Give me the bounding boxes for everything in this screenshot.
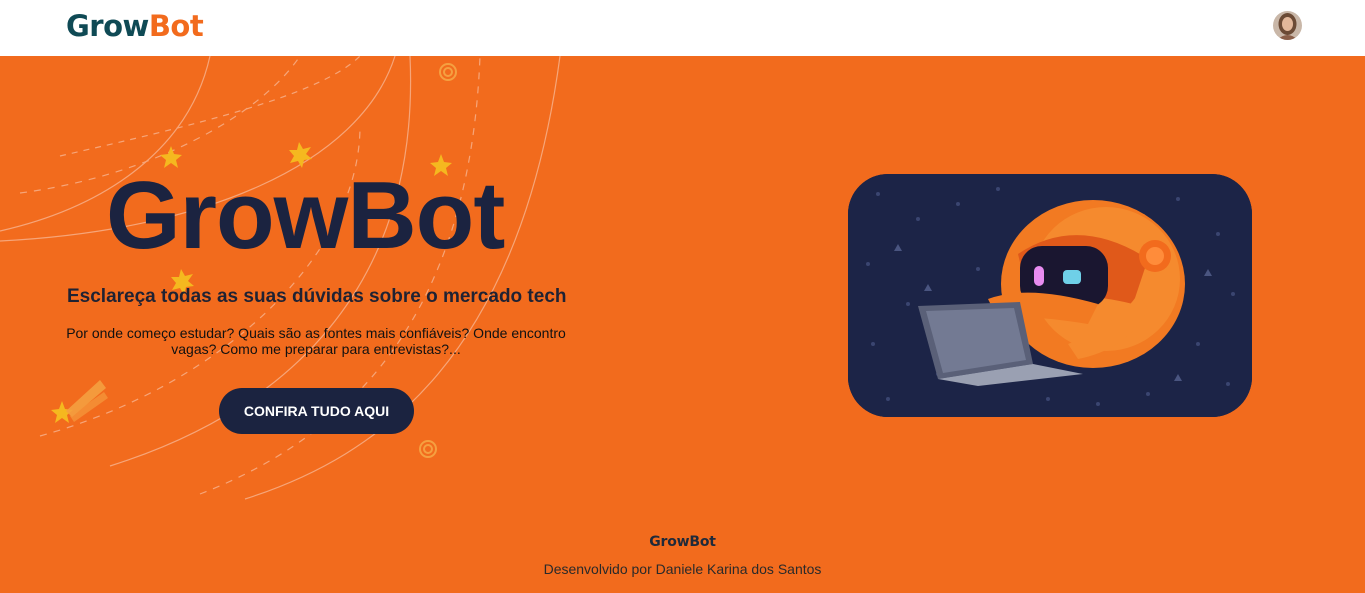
hero-description: Por onde começo estudar? Quais são as fo…	[66, 325, 566, 357]
user-avatar[interactable]	[1273, 11, 1302, 40]
top-header: GrowBot	[0, 0, 1365, 56]
avatar-photo-icon	[1273, 11, 1302, 40]
footer-credit: Desenvolvido por Daniele Karina dos Sant…	[543, 561, 822, 577]
confira-tudo-aqui-button[interactable]: CONFIRA TUDO AQUI	[219, 388, 414, 434]
logo-bot-text: Bot	[148, 9, 204, 43]
growbot-logo[interactable]: GrowBot	[66, 8, 204, 44]
hero-section: GrowBot Esclareça todas as suas dúvidas …	[0, 56, 1365, 593]
footer-logo: GrowBot	[649, 534, 716, 550]
logo-grow-text: Grow	[66, 9, 149, 43]
robot-illustration	[848, 174, 1252, 417]
hero-title: GrowBot	[106, 162, 505, 269]
robot-laptop-icon	[848, 174, 1252, 417]
hero-subtitle: Esclareça todas as suas dúvidas sobre o …	[67, 286, 567, 307]
